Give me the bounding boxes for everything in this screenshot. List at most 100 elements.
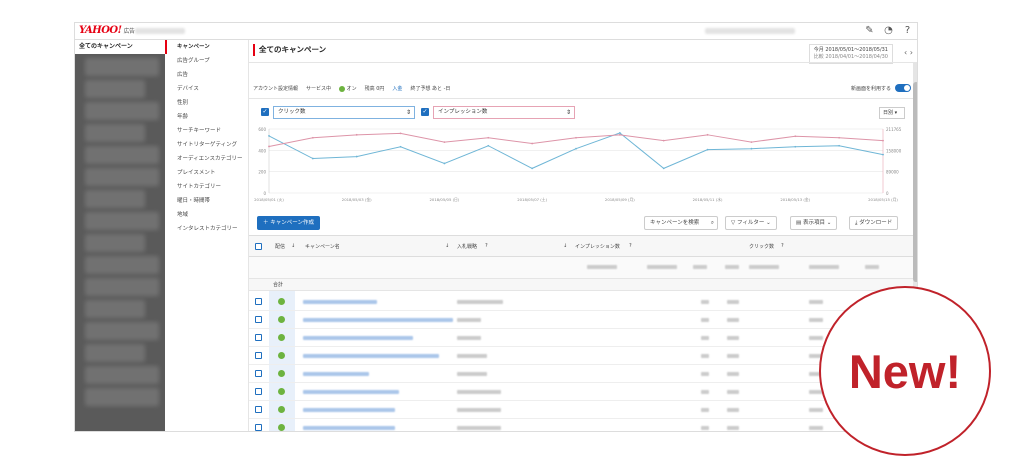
sort-arrow-icon[interactable]: ↓ bbox=[291, 243, 295, 249]
columns-button[interactable]: ▤ 表示項目 ⌄ bbox=[790, 216, 838, 230]
status-dot-icon bbox=[278, 424, 285, 431]
nav-item-adgroup[interactable]: 広告グループ bbox=[165, 54, 248, 68]
deposit-link[interactable]: 入金 bbox=[392, 85, 402, 92]
nav-item-age[interactable]: 年齢 bbox=[165, 110, 248, 124]
table-row[interactable] bbox=[249, 293, 913, 311]
account-item[interactable] bbox=[85, 124, 145, 142]
total-row: 合計 bbox=[249, 279, 913, 291]
metric2-select[interactable]: インプレッション数 ⇕ bbox=[433, 106, 575, 119]
campaign-name-link[interactable] bbox=[303, 336, 413, 340]
col-clicks[interactable]: クリック数 bbox=[749, 243, 774, 250]
date-nav-arrows[interactable]: ‹ › bbox=[904, 48, 913, 57]
account-item[interactable] bbox=[85, 190, 145, 208]
impressions-cell bbox=[701, 408, 709, 412]
nav-item-device[interactable]: デバイス bbox=[165, 82, 248, 96]
nav-item-daytime[interactable]: 曜日・時間帯 bbox=[165, 194, 248, 208]
campaign-name-link[interactable] bbox=[303, 408, 395, 412]
table-row[interactable] bbox=[249, 383, 913, 401]
account-item[interactable] bbox=[85, 168, 159, 186]
col-delivery[interactable]: 配信 bbox=[275, 243, 285, 250]
help-icon[interactable]: ? bbox=[902, 25, 913, 36]
campaign-name-link[interactable] bbox=[303, 426, 395, 430]
sort-arrow-icon[interactable]: ↓ bbox=[563, 243, 567, 249]
campaign-search-input[interactable]: キャンペーンを検索 ⌕ bbox=[644, 216, 718, 230]
y-right-tick-label: 211765 bbox=[886, 127, 902, 132]
account-settings-link[interactable]: アカウント設定情報 bbox=[253, 85, 298, 92]
account-item[interactable] bbox=[85, 278, 159, 296]
table-row[interactable] bbox=[249, 365, 913, 383]
nav-item-site-category[interactable]: サイトカテゴリー bbox=[165, 180, 248, 194]
table-row[interactable] bbox=[249, 347, 913, 365]
nav-item-gender[interactable]: 性別 bbox=[165, 96, 248, 110]
scrollbar-thumb[interactable] bbox=[913, 82, 917, 282]
nav-item-campaign[interactable]: キャンペーン bbox=[165, 40, 248, 54]
sort-arrow-icon[interactable]: ↓ bbox=[445, 243, 449, 249]
nav-item-ad[interactable]: 広告 bbox=[165, 68, 248, 82]
metric1-select[interactable]: クリック数 ⇕ bbox=[273, 106, 415, 119]
bell-icon[interactable]: ◔ bbox=[883, 25, 894, 36]
row-checkbox[interactable] bbox=[255, 298, 262, 305]
select-all-checkbox[interactable] bbox=[255, 243, 262, 250]
table-row[interactable] bbox=[249, 401, 913, 419]
help-icon[interactable]: ? bbox=[781, 243, 784, 249]
col-impressions[interactable]: インプレッション数 bbox=[575, 243, 620, 250]
download-button[interactable]: ⤓ ダウンロード bbox=[849, 216, 899, 230]
app-window: YAHOO! 広告 ✎ ◔ ? 全てのキャンペーン キャンペーン 広告グループ 広… bbox=[74, 22, 918, 432]
data-point bbox=[662, 139, 665, 142]
granularity-select[interactable]: 日別 ▾ bbox=[879, 107, 905, 119]
col-campaign-name[interactable]: キャンペーン名 bbox=[305, 243, 340, 250]
row-checkbox[interactable] bbox=[255, 370, 262, 377]
account-item[interactable] bbox=[85, 300, 145, 318]
row-checkbox[interactable] bbox=[255, 352, 262, 359]
help-icon[interactable]: ? bbox=[485, 243, 488, 249]
campaign-name-link[interactable] bbox=[303, 390, 399, 394]
nav-item-site-retargeting[interactable]: サイトリターゲティング bbox=[165, 138, 248, 152]
nav-item-region[interactable]: 地域 bbox=[165, 208, 248, 222]
status-dot-icon bbox=[278, 406, 285, 413]
table-row[interactable] bbox=[249, 329, 913, 347]
metric1-checkbox[interactable]: ✓ bbox=[261, 108, 269, 116]
account-item[interactable] bbox=[85, 256, 159, 274]
row-checkbox[interactable] bbox=[255, 406, 262, 413]
account-item[interactable] bbox=[85, 366, 159, 384]
row-checkbox[interactable] bbox=[255, 316, 262, 323]
account-item[interactable] bbox=[85, 58, 159, 76]
table-row[interactable] bbox=[249, 311, 913, 329]
table-row[interactable] bbox=[249, 419, 913, 431]
table-subheader bbox=[249, 257, 913, 279]
account-item[interactable] bbox=[85, 80, 145, 98]
campaign-name-link[interactable] bbox=[303, 300, 377, 304]
campaign-name-link[interactable] bbox=[303, 354, 439, 358]
account-item[interactable] bbox=[85, 388, 159, 406]
data-point bbox=[311, 136, 314, 139]
yahoo-logo[interactable]: YAHOO! 広告 bbox=[79, 25, 135, 36]
wrench-icon[interactable]: ✎ bbox=[864, 25, 875, 36]
metric2-checkbox[interactable]: ✓ bbox=[421, 108, 429, 116]
nav-item-audience-category[interactable]: オーディエンスカテゴリー bbox=[165, 152, 248, 166]
account-item[interactable] bbox=[85, 212, 159, 230]
account-item[interactable] bbox=[85, 102, 159, 120]
nav-item-interest-category[interactable]: インタレストカテゴリー bbox=[165, 222, 248, 236]
nav-item-placement[interactable]: プレイスメント bbox=[165, 166, 248, 180]
row-checkbox[interactable] bbox=[255, 388, 262, 395]
account-item[interactable] bbox=[85, 146, 159, 164]
col-bid-strategy[interactable]: 入札戦略 bbox=[457, 243, 477, 250]
clicks-cell bbox=[809, 408, 823, 412]
account-item[interactable] bbox=[85, 344, 145, 362]
campaign-name-link[interactable] bbox=[303, 318, 453, 322]
account-item[interactable] bbox=[85, 234, 145, 252]
account-item[interactable] bbox=[85, 322, 159, 340]
y-right-tick-label: 158000 bbox=[886, 148, 902, 153]
create-campaign-button[interactable]: ＋ キャンペーン作成 bbox=[257, 216, 320, 230]
help-icon[interactable]: ? bbox=[629, 243, 632, 249]
nav-item-search-keyword[interactable]: サーチキーワード bbox=[165, 124, 248, 138]
filter-button[interactable]: ▽ フィルター ⌄ bbox=[725, 216, 777, 230]
data-point bbox=[487, 144, 490, 147]
new-ui-toggle[interactable] bbox=[895, 84, 911, 92]
x-tick-label: 2018/05/05 (日) bbox=[429, 197, 459, 202]
account-sidebar-header[interactable]: 全てのキャンペーン bbox=[75, 40, 165, 54]
campaign-name-link[interactable] bbox=[303, 372, 369, 376]
date-range-picker[interactable]: 今月 2018/05/01～2018/05/31 比較 2018/04/01～2… bbox=[808, 44, 893, 64]
row-checkbox[interactable] bbox=[255, 334, 262, 341]
row-checkbox[interactable] bbox=[255, 424, 262, 431]
